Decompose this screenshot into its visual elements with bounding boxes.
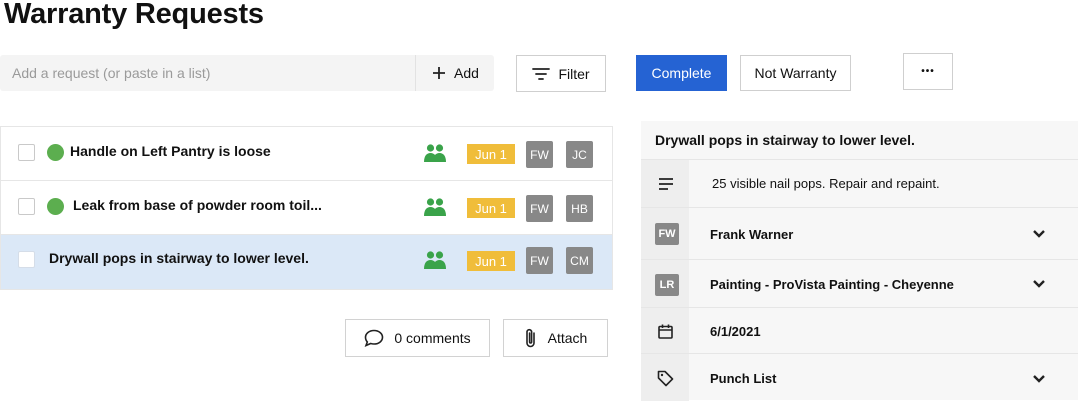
detail-tag-row[interactable]: Punch List bbox=[641, 353, 1078, 401]
add-button-label: Add bbox=[454, 65, 479, 81]
page-title: Warranty Requests bbox=[4, 0, 264, 30]
attach-button[interactable]: Attach bbox=[503, 319, 608, 357]
attach-label: Attach bbox=[547, 330, 588, 346]
avatar: FW bbox=[526, 247, 553, 274]
add-request-bar: Add bbox=[0, 55, 494, 91]
vendor-avatar: LR bbox=[655, 274, 679, 296]
request-row[interactable]: Leak from base of powder room toil... Ju… bbox=[1, 181, 612, 235]
paperclip-icon bbox=[525, 328, 535, 348]
not-warranty-button-label: Not Warranty bbox=[754, 65, 837, 81]
assignee-name: Frank Warner bbox=[710, 227, 794, 242]
detail-vendor-row[interactable]: LR Painting - ProVista Painting - Cheyen… bbox=[641, 259, 1078, 308]
detail-panel: Drywall pops in stairway to lower level.… bbox=[641, 121, 1078, 401]
request-list: Handle on Left Pantry is loose Jun 1 FW … bbox=[0, 126, 613, 290]
row-checkbox[interactable] bbox=[18, 144, 35, 161]
avatar: FW bbox=[526, 195, 553, 222]
people-icon bbox=[424, 198, 446, 216]
people-icon bbox=[424, 144, 446, 162]
request-row[interactable]: Handle on Left Pantry is loose Jun 1 FW … bbox=[1, 127, 612, 181]
tag-name: Punch List bbox=[710, 371, 777, 386]
request-label: Handle on Left Pantry is loose bbox=[70, 143, 271, 159]
row-checkbox[interactable] bbox=[18, 251, 35, 268]
chevron-down-icon[interactable] bbox=[1032, 279, 1046, 289]
avatar: CM bbox=[566, 247, 593, 274]
due-date-badge: Jun 1 bbox=[467, 144, 515, 164]
avatar: HB bbox=[566, 195, 593, 222]
detail-description: 25 visible nail pops. Repair and repaint… bbox=[712, 176, 940, 191]
status-dot bbox=[47, 198, 64, 215]
add-button[interactable]: Add bbox=[415, 55, 495, 91]
filter-button-label: Filter bbox=[558, 65, 590, 82]
status-dot bbox=[47, 144, 64, 161]
request-label: Drywall pops in stairway to lower level. bbox=[49, 250, 309, 266]
complete-button[interactable]: Complete bbox=[636, 55, 727, 91]
description-icon bbox=[659, 178, 673, 190]
tag-icon bbox=[657, 370, 674, 387]
not-warranty-button[interactable]: Not Warranty bbox=[740, 55, 851, 91]
chevron-down-icon[interactable] bbox=[1032, 374, 1046, 384]
avatar: FW bbox=[526, 141, 553, 168]
more-options-icon: ••• bbox=[921, 66, 935, 77]
request-label: Leak from base of powder room toil... bbox=[73, 197, 322, 213]
due-date-badge: Jun 1 bbox=[467, 198, 515, 218]
comments-count: 0 comments bbox=[394, 330, 471, 346]
people-icon bbox=[424, 251, 446, 269]
more-options-button[interactable]: ••• bbox=[903, 53, 953, 90]
chevron-down-icon[interactable] bbox=[1032, 229, 1046, 239]
detail-assignee-row[interactable]: FW Frank Warner bbox=[641, 207, 1078, 260]
vendor-name: Painting - ProVista Painting - Cheyenne bbox=[710, 277, 954, 292]
row-checkbox[interactable] bbox=[18, 198, 35, 215]
comments-button[interactable]: 0 comments bbox=[345, 319, 490, 357]
calendar-icon bbox=[658, 324, 673, 339]
filter-icon bbox=[532, 67, 551, 80]
request-row-selected[interactable]: Drywall pops in stairway to lower level.… bbox=[1, 235, 612, 289]
detail-description-row[interactable]: 25 visible nail pops. Repair and repaint… bbox=[641, 159, 1078, 208]
detail-due-date-row[interactable]: 6/1/2021 bbox=[641, 307, 1078, 354]
avatar: JC bbox=[566, 141, 593, 168]
detail-title: Drywall pops in stairway to lower level. bbox=[655, 132, 915, 148]
complete-button-label: Complete bbox=[651, 65, 712, 81]
filter-button[interactable]: Filter bbox=[516, 55, 606, 92]
assignee-avatar: FW bbox=[655, 223, 679, 245]
plus-icon bbox=[433, 67, 446, 79]
add-request-input[interactable] bbox=[0, 55, 414, 91]
comment-icon bbox=[364, 329, 384, 347]
due-date: 6/1/2021 bbox=[710, 324, 761, 339]
due-date-badge: Jun 1 bbox=[467, 251, 515, 271]
